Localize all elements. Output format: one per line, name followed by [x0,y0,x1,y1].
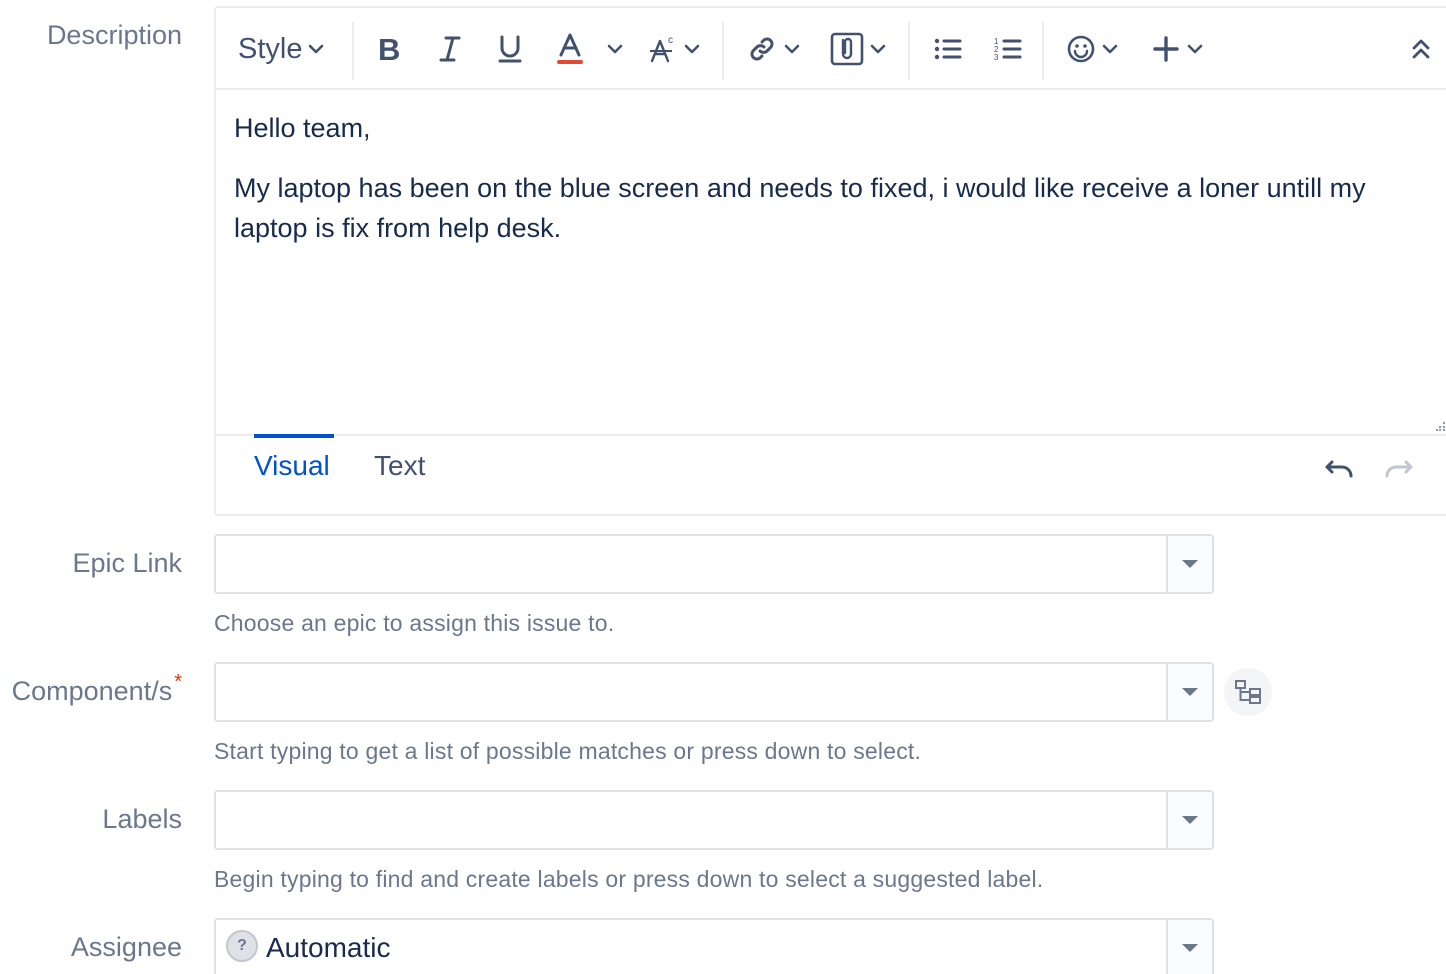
components-label-text: Component/s [11,676,173,706]
style-label: Style [238,32,303,65]
emoji-icon[interactable] [1064,26,1120,72]
undo-icon[interactable] [1324,456,1356,485]
text-color-chevron-icon[interactable] [604,26,626,72]
tree-structure-icon [1235,680,1261,704]
components-label: Component/s * [11,671,182,707]
toolbar-separator [908,22,910,80]
assignee-value: Automatic [266,932,391,963]
toolbar-separator [722,22,724,80]
epic-link-help: Choose an epic to assign this issue to. [214,610,615,636]
components-dropdown-button[interactable] [1166,664,1212,720]
underline-icon[interactable] [490,26,530,72]
svg-text:c: c [668,35,673,46]
svg-text:B: B [378,35,400,63]
caret-down-icon [1182,560,1198,568]
italic-icon[interactable] [430,26,470,72]
caret-down-icon [1182,688,1198,696]
collapse-toolbar-icon[interactable] [1406,26,1436,72]
numbered-list-icon[interactable]: 123 [990,26,1026,72]
assignee-dropdown-button[interactable] [1166,920,1212,974]
epic-link-label: Epic Link [72,548,182,578]
redo-icon[interactable] [1382,456,1414,485]
active-tab-indicator [254,434,334,438]
component-tree-button[interactable] [1224,668,1272,716]
text-format-icon[interactable]: c [644,26,704,72]
tab-text[interactable]: Text [374,450,425,482]
content-paragraph: My laptop has been on the blue screen an… [234,173,1366,243]
required-marker: * [174,671,182,693]
epic-link-dropdown-button[interactable] [1166,536,1212,592]
caret-down-icon [1182,816,1198,824]
toolbar-separator [352,22,354,80]
text-color-icon[interactable] [550,26,590,72]
tab-visual[interactable]: Visual [254,450,330,482]
insert-icon[interactable] [1150,26,1206,72]
labels-select[interactable] [214,790,1214,850]
assignee-select[interactable]: ? Automatic [214,918,1214,974]
components-help: Start typing to get a list of possible m… [214,738,922,764]
bullet-list-icon[interactable] [930,26,966,72]
avatar: ? [226,930,258,962]
assignee-label: Assignee [70,932,182,962]
editor-toolbar: Style B c 1 2 3 [216,8,1446,90]
epic-link-select[interactable] [214,534,1214,594]
svg-text:3: 3 [994,53,999,62]
labels-dropdown-button[interactable] [1166,792,1212,848]
description-editor: Style B c 1 2 3 Hello team, My laptop ha… [214,6,1446,516]
caret-down-icon [1182,944,1198,952]
components-select[interactable] [214,662,1214,722]
content-paragraph: Hello team, [234,113,371,143]
labels-label: Labels [102,804,182,834]
toolbar-separator [1042,22,1044,80]
editor-content[interactable]: Hello team, My laptop has been on the bl… [234,108,1432,268]
labels-help: Begin typing to find and create labels o… [214,866,1044,892]
link-icon[interactable] [746,26,802,72]
description-label: Description [46,20,182,50]
attachment-icon[interactable] [828,26,888,72]
editor-mode-tabs: Visual Text [216,434,1446,516]
bold-icon[interactable]: B [370,26,410,72]
style-dropdown[interactable]: Style [238,26,324,72]
chevron-down-icon [308,44,324,54]
